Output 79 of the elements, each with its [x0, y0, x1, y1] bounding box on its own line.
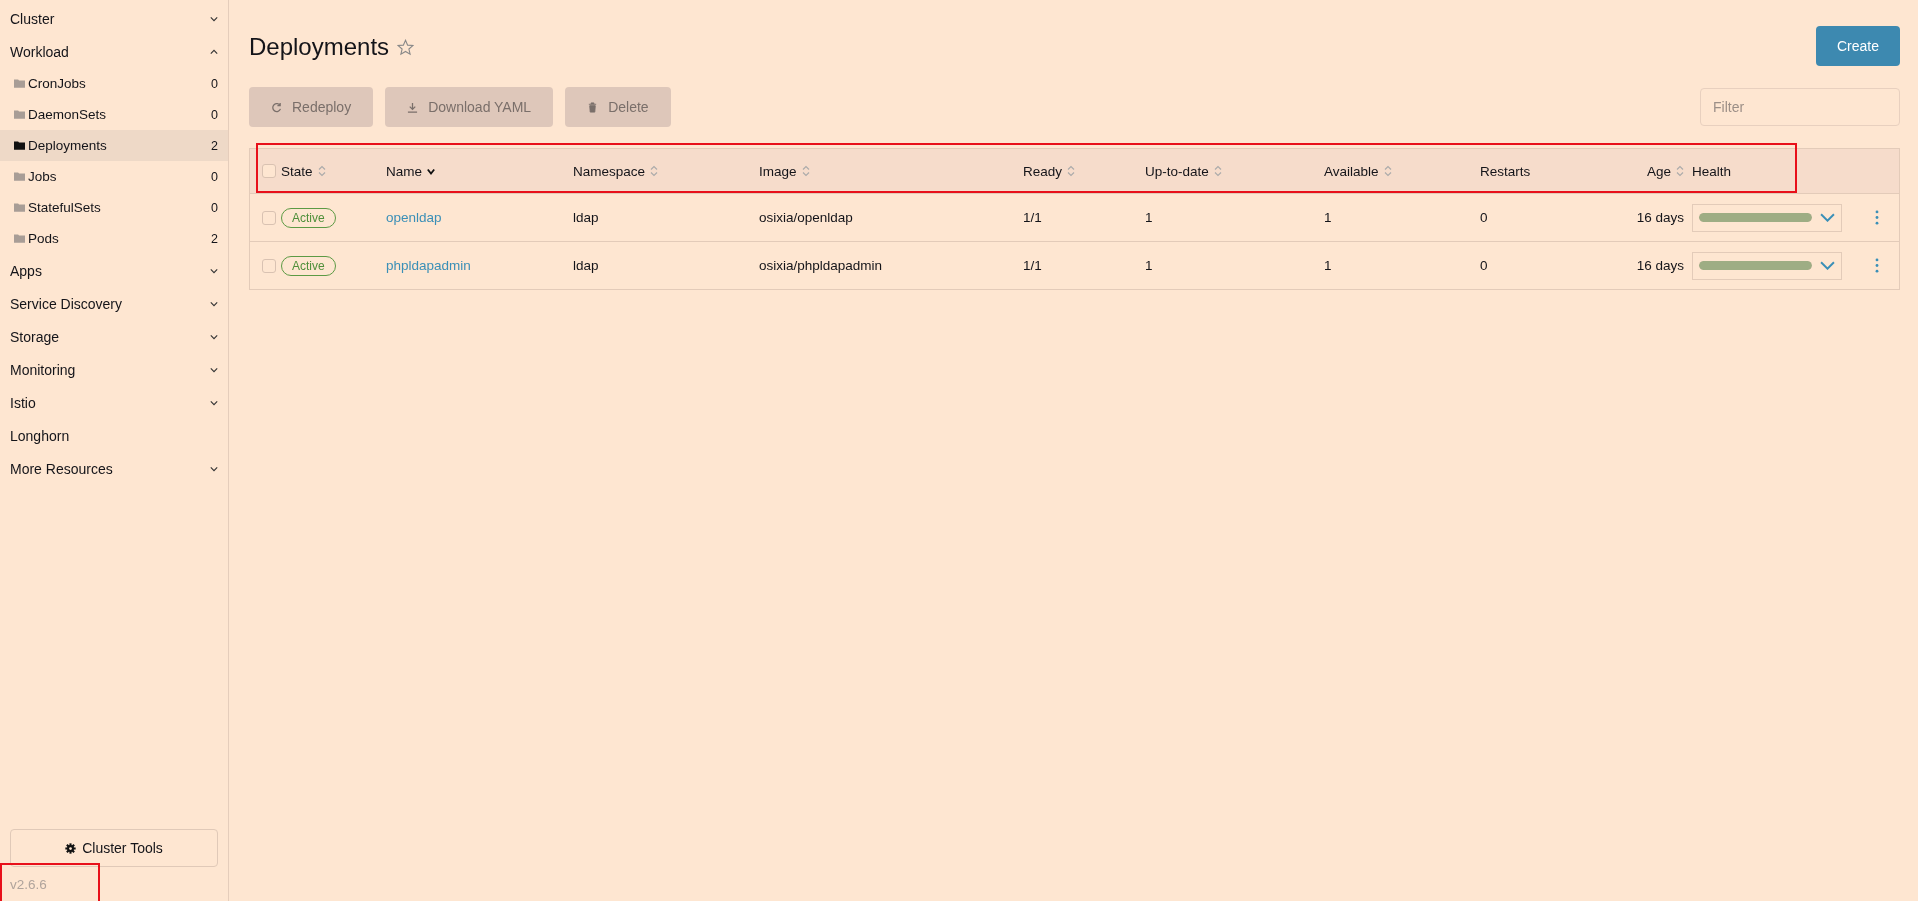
chevron-icon [210, 300, 218, 307]
nav-item[interactable]: Deployments 2 [0, 130, 228, 161]
sort-icon[interactable] [801, 165, 810, 177]
version-label: v2.6.6 [10, 876, 47, 892]
health-dropdown[interactable] [1692, 251, 1842, 280]
refresh-icon [271, 101, 282, 113]
nav-item[interactable]: CronJobs 0 [0, 68, 228, 99]
column-header[interactable]: Age [1646, 163, 1671, 179]
table-cell: osixia/phpldapadmin [759, 258, 883, 273]
nav-group[interactable]: Istio [0, 386, 228, 419]
nav-group[interactable]: More Resources [0, 452, 228, 485]
table-cell: 0 [1480, 258, 1488, 273]
table-cell: 0 [1480, 210, 1488, 225]
sort-icon[interactable] [1676, 165, 1684, 177]
star-icon[interactable] [397, 38, 415, 56]
folder-icon [14, 234, 25, 243]
table-cell: 1/1 [1023, 210, 1042, 225]
create-button[interactable]: Create [1815, 26, 1900, 66]
table-cell: 1 [1145, 210, 1153, 225]
chevron-icon [1820, 261, 1835, 270]
table-cell: 1 [1324, 210, 1332, 225]
table-cell: 1 [1324, 258, 1332, 273]
column-header[interactable]: Image [759, 163, 797, 179]
page-title: Deployments [249, 33, 390, 61]
sort-icon[interactable] [650, 165, 659, 177]
sort-icon[interactable] [1213, 165, 1222, 177]
download-icon [407, 101, 419, 113]
table-cell: 16 days [1636, 258, 1684, 273]
column-header[interactable]: Name [386, 163, 422, 179]
table-cell: 1/1 [1023, 258, 1042, 273]
column-header[interactable]: Ready [1023, 163, 1063, 179]
nav-item[interactable]: Pods 2 [0, 223, 228, 254]
folder-icon [14, 110, 25, 119]
nav-item[interactable]: Jobs 0 [0, 161, 228, 192]
table-cell: 1 [1145, 258, 1153, 273]
folder-icon [14, 141, 25, 150]
trash-icon [587, 101, 599, 113]
more-options-icon[interactable] [1875, 258, 1879, 273]
chevron-icon [210, 48, 218, 55]
column-header[interactable]: Up-to-date [1145, 163, 1209, 179]
table-cell: 16 days [1636, 210, 1684, 225]
chevron-icon [210, 399, 218, 406]
nav-group[interactable]: Service Discovery [0, 287, 228, 320]
column-header[interactable]: Health [1692, 163, 1732, 179]
column-header[interactable]: Available [1324, 163, 1379, 179]
more-options-icon[interactable] [1875, 210, 1879, 225]
gear-icon [65, 842, 77, 854]
row-checkbox[interactable] [261, 258, 276, 273]
nav-group[interactable]: Apps [0, 254, 228, 287]
nav-group[interactable]: Storage [0, 320, 228, 353]
chevron-icon [210, 267, 218, 274]
table-cell: ldap [573, 258, 599, 273]
column-header[interactable]: State [281, 163, 313, 179]
table-cell: ldap [573, 210, 599, 225]
row-checkbox[interactable] [261, 210, 276, 225]
chevron-icon [210, 333, 218, 340]
nav-group[interactable]: Cluster [0, 2, 228, 35]
health-dropdown[interactable] [1692, 203, 1842, 232]
chevron-icon [210, 465, 218, 472]
folder-icon [14, 203, 25, 212]
chevron-icon [210, 15, 218, 22]
folder-icon [14, 79, 25, 88]
sort-icon[interactable] [1383, 165, 1392, 177]
sort-icon[interactable] [1067, 165, 1076, 177]
table-cell: osixia/openldap [759, 210, 853, 225]
column-header[interactable]: Restarts [1480, 163, 1531, 179]
column-header[interactable]: Namespace [573, 163, 646, 179]
sort-icon[interactable] [317, 165, 326, 177]
filter-field[interactable]: Filter [1700, 88, 1900, 126]
nav-item[interactable]: StatefulSets 0 [0, 192, 228, 223]
nav-group[interactable]: Workload [0, 35, 228, 68]
chevron-icon [210, 366, 218, 373]
nav-group[interactable]: Longhorn [0, 419, 228, 452]
select-all-checkbox[interactable] [261, 164, 276, 178]
cluster-tools-button[interactable]: Cluster Tools [10, 829, 218, 867]
chevron-icon [1820, 213, 1835, 222]
nav-item[interactable]: DaemonSets 0 [0, 99, 228, 130]
folder-icon [14, 172, 25, 181]
nav-group[interactable]: Monitoring [0, 353, 228, 386]
